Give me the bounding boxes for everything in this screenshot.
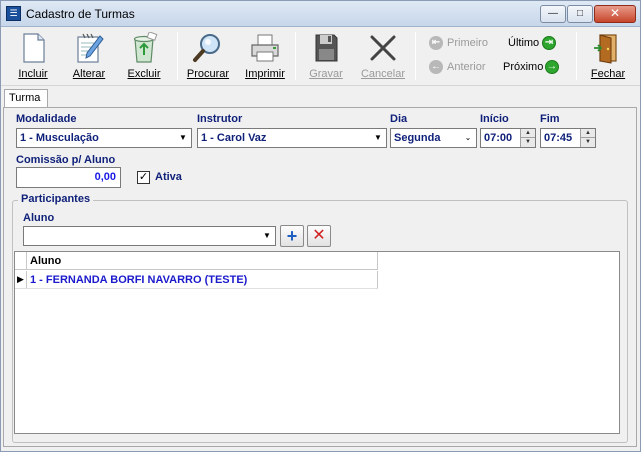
title-bar: ☰ Cadastro de Turmas — □ ✕	[1, 1, 640, 27]
app-icon: ☰	[6, 6, 21, 21]
spin-up-icon[interactable]: ▲	[520, 129, 535, 138]
toolbar-separator	[415, 32, 416, 80]
anterior-button[interactable]: ← Anterior	[429, 58, 499, 76]
magnifier-icon	[193, 34, 220, 62]
inicio-time-input[interactable]: 07:00 ▲ ▼	[480, 128, 536, 148]
chevron-down-icon: ▼	[263, 231, 271, 240]
modalidade-label: Modalidade	[16, 113, 77, 125]
ultimo-label: Último	[508, 37, 540, 49]
instrutor-value: 1 - Carol Vaz	[201, 132, 267, 144]
door-exit-icon	[594, 34, 617, 64]
procurar-label: Procurar	[186, 68, 230, 80]
primeiro-button[interactable]: ⇤ Primeiro	[429, 34, 499, 52]
window-title: Cadastro de Turmas	[26, 7, 135, 21]
table-cell: 1 - FERNANDA BORFI NAVARRO (TESTE)	[30, 274, 248, 286]
recycle-bin-icon	[133, 32, 158, 63]
row-indicator-header	[15, 252, 27, 269]
spin-up-icon[interactable]: ▲	[580, 129, 595, 138]
previous-record-icon: ←	[429, 60, 443, 74]
gravar-label: Gravar	[309, 68, 343, 80]
chevron-down-icon: ⌄	[464, 133, 472, 142]
close-icon: ✕	[312, 227, 326, 244]
imprimir-button[interactable]: Imprimir	[239, 30, 291, 84]
modalidade-select[interactable]: 1 - Musculação ▼	[16, 128, 192, 148]
minimize-button[interactable]: —	[540, 5, 566, 23]
incluir-button[interactable]: Incluir	[7, 30, 59, 84]
spin-down-icon[interactable]: ▼	[520, 138, 535, 147]
proximo-button[interactable]: Próximo →	[501, 58, 565, 76]
primeiro-label: Primeiro	[447, 37, 488, 49]
toolbar-separator	[295, 32, 296, 80]
dia-value: Segunda	[394, 132, 441, 144]
chevron-down-icon: ▼	[374, 133, 382, 142]
grid-column-aluno: Aluno	[30, 255, 62, 267]
printer-icon	[251, 34, 279, 62]
excluir-button[interactable]: Excluir	[118, 30, 170, 84]
alterar-button[interactable]: Alterar	[63, 30, 115, 84]
dia-label: Dia	[390, 113, 408, 125]
dia-select[interactable]: Segunda ⌄	[390, 128, 477, 148]
imprimir-label: Imprimir	[245, 68, 285, 80]
window: ☰ Cadastro de Turmas — □ ✕ Incluir Alter…	[0, 0, 641, 452]
inicio-label: Início	[480, 113, 509, 125]
grid-header: Aluno	[15, 252, 378, 270]
new-document-icon	[23, 33, 45, 63]
chevron-down-icon: ▼	[179, 133, 187, 142]
ativa-label: Ativa	[155, 171, 182, 183]
comissao-input[interactable]: 0,00	[16, 167, 121, 188]
participantes-grid[interactable]: Aluno ▶ 1 - FERNANDA BORFI NAVARRO (TEST…	[14, 251, 620, 434]
first-record-icon: ⇤	[429, 36, 443, 50]
excluir-label: Excluir	[127, 68, 161, 80]
alterar-label: Alterar	[72, 68, 106, 80]
cancelar-label: Cancelar	[360, 68, 406, 80]
modalidade-value: 1 - Musculação	[20, 132, 99, 144]
toolbar-separator	[177, 32, 178, 80]
cancelar-button[interactable]: Cancelar	[357, 30, 409, 84]
instrutor-label: Instrutor	[197, 113, 243, 125]
next-record-icon: →	[545, 60, 559, 74]
ultimo-button[interactable]: Último ⇥	[501, 34, 561, 52]
add-aluno-button[interactable]: +	[280, 225, 304, 247]
x-mark-icon	[370, 35, 396, 61]
close-window-button[interactable]: ✕	[594, 5, 636, 23]
plus-icon: +	[286, 226, 298, 246]
instrutor-select[interactable]: 1 - Carol Vaz ▼	[197, 128, 387, 148]
fechar-label: Fechar	[590, 68, 626, 80]
fim-label: Fim	[540, 113, 560, 125]
aluno-select[interactable]: ▼	[23, 226, 276, 246]
last-record-icon: ⇥	[542, 36, 556, 50]
tab-turma[interactable]: Turma	[4, 89, 48, 108]
incluir-label: Incluir	[18, 68, 48, 80]
maximize-button[interactable]: □	[567, 5, 593, 23]
toolbar: Incluir Alterar Excluir Procurar Imprimi…	[1, 28, 640, 86]
participantes-title: Participantes	[18, 193, 94, 205]
anterior-label: Anterior	[447, 61, 486, 73]
ativa-checkbox[interactable]: ✓	[137, 171, 150, 184]
remove-aluno-button[interactable]: ✕	[307, 225, 331, 247]
comissao-label: Comissão p/ Aluno	[16, 154, 116, 166]
fechar-button[interactable]: Fechar	[582, 30, 634, 84]
fim-time-input[interactable]: 07:45 ▲ ▼	[540, 128, 596, 148]
toolbar-separator	[576, 32, 577, 80]
gravar-button[interactable]: Gravar	[300, 30, 352, 84]
procurar-button[interactable]: Procurar	[182, 30, 234, 84]
spin-down-icon[interactable]: ▼	[580, 138, 595, 147]
table-row[interactable]: ▶ 1 - FERNANDA BORFI NAVARRO (TESTE)	[15, 271, 378, 289]
edit-document-icon	[77, 33, 104, 63]
fim-value: 07:45	[544, 132, 573, 144]
turma-panel: Modalidade 1 - Musculação ▼ Instrutor 1 …	[3, 107, 637, 447]
proximo-label: Próximo	[503, 61, 544, 73]
aluno-label: Aluno	[23, 212, 55, 224]
floppy-disk-icon	[315, 34, 338, 62]
inicio-value: 07:00	[484, 132, 513, 144]
current-row-arrow-icon: ▶	[15, 271, 27, 288]
